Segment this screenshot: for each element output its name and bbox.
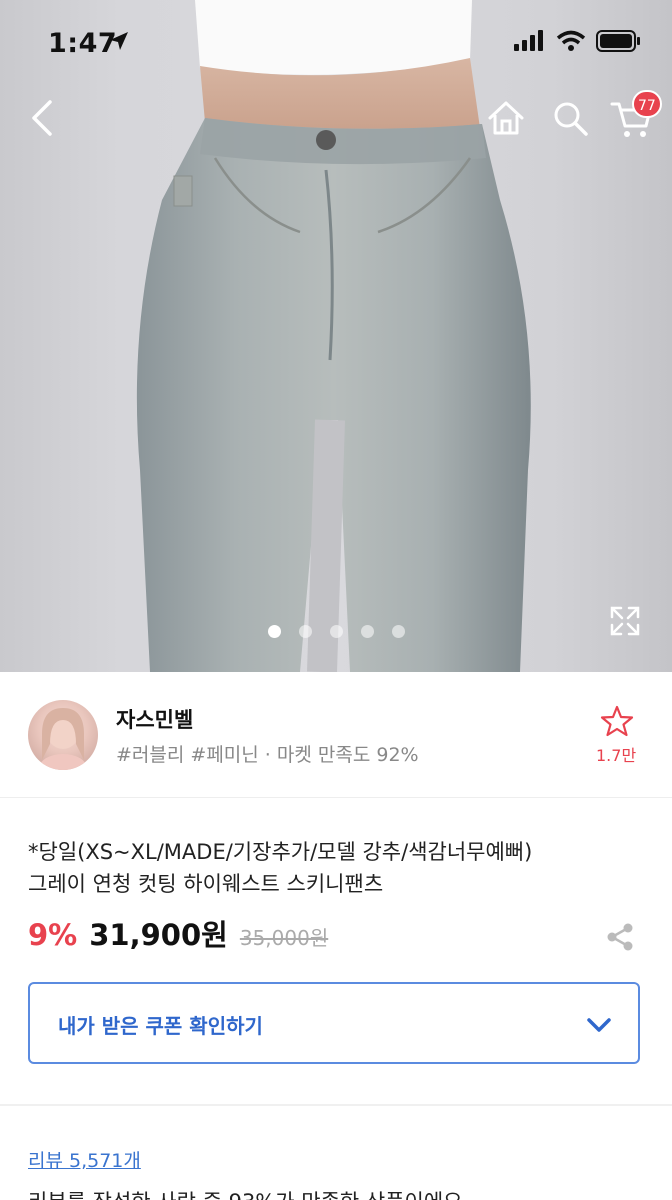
price-row: 9% 31,900원 35,000원: [28, 912, 328, 958]
gallery-pagination: [268, 625, 405, 638]
product-image-gallery[interactable]: 1:47 77: [0, 0, 672, 672]
sale-price: 31,900원: [89, 918, 228, 952]
product-title-line: *당일(XS~XL/MADE/기장추가/모델 강추/색감너무예뻐): [28, 840, 533, 864]
review-satisfaction-summary: 리뷰를 작성한 사람 중 93%가 만족한 상품이에요: [28, 1186, 463, 1200]
chevron-down-icon: [587, 1018, 611, 1032]
review-count-link[interactable]: 리뷰 5,571개: [28, 1146, 141, 1173]
pagination-dot[interactable]: [392, 625, 405, 638]
seller-avatar[interactable]: [28, 700, 98, 770]
home-icon[interactable]: [486, 98, 526, 138]
pagination-dot[interactable]: [299, 625, 312, 638]
battery-icon: [596, 30, 640, 52]
section-divider: [0, 1104, 672, 1106]
product-title: *당일(XS~XL/MADE/기장추가/모델 강추/색감너무예뻐) 그레이 연청…: [28, 836, 648, 900]
location-arrow-icon: [110, 32, 128, 50]
wifi-icon: [556, 30, 586, 51]
status-time: 1:47: [48, 28, 118, 59]
search-icon[interactable]: [550, 98, 590, 138]
original-price: 35,000원: [239, 926, 329, 950]
pagination-dot[interactable]: [268, 625, 281, 638]
back-chevron-icon[interactable]: [22, 96, 66, 140]
coupon-check-button[interactable]: 내가 받은 쿠폰 확인하기: [28, 982, 640, 1064]
pagination-dot[interactable]: [361, 625, 374, 638]
seller-name[interactable]: 자스민벨: [116, 704, 193, 734]
star-outline-icon[interactable]: [600, 704, 634, 738]
cart-count-badge: 77: [632, 90, 662, 118]
share-icon[interactable]: [604, 921, 636, 953]
seller-section[interactable]: 자스민벨 #러블리 #페미닌 · 마켓 만족도 92% 1.7만: [0, 672, 672, 798]
product-title-line: 그레이 연청 컷팅 하이웨스트 스키니팬츠: [28, 872, 384, 896]
pagination-dot[interactable]: [330, 625, 343, 638]
avatar-image: [39, 708, 87, 770]
expand-icon[interactable]: [608, 604, 642, 638]
status-bar: 1:47: [0, 0, 672, 84]
status-icons: [514, 30, 642, 52]
seller-tags: #러블리 #페미닌 · 마켓 만족도 92%: [116, 744, 419, 766]
favorite-count: 1.7만: [596, 746, 637, 765]
cellular-signal-icon: [514, 30, 543, 51]
coupon-label: 내가 받은 쿠폰 확인하기: [58, 1014, 263, 1038]
discount-rate: 9%: [28, 918, 78, 952]
